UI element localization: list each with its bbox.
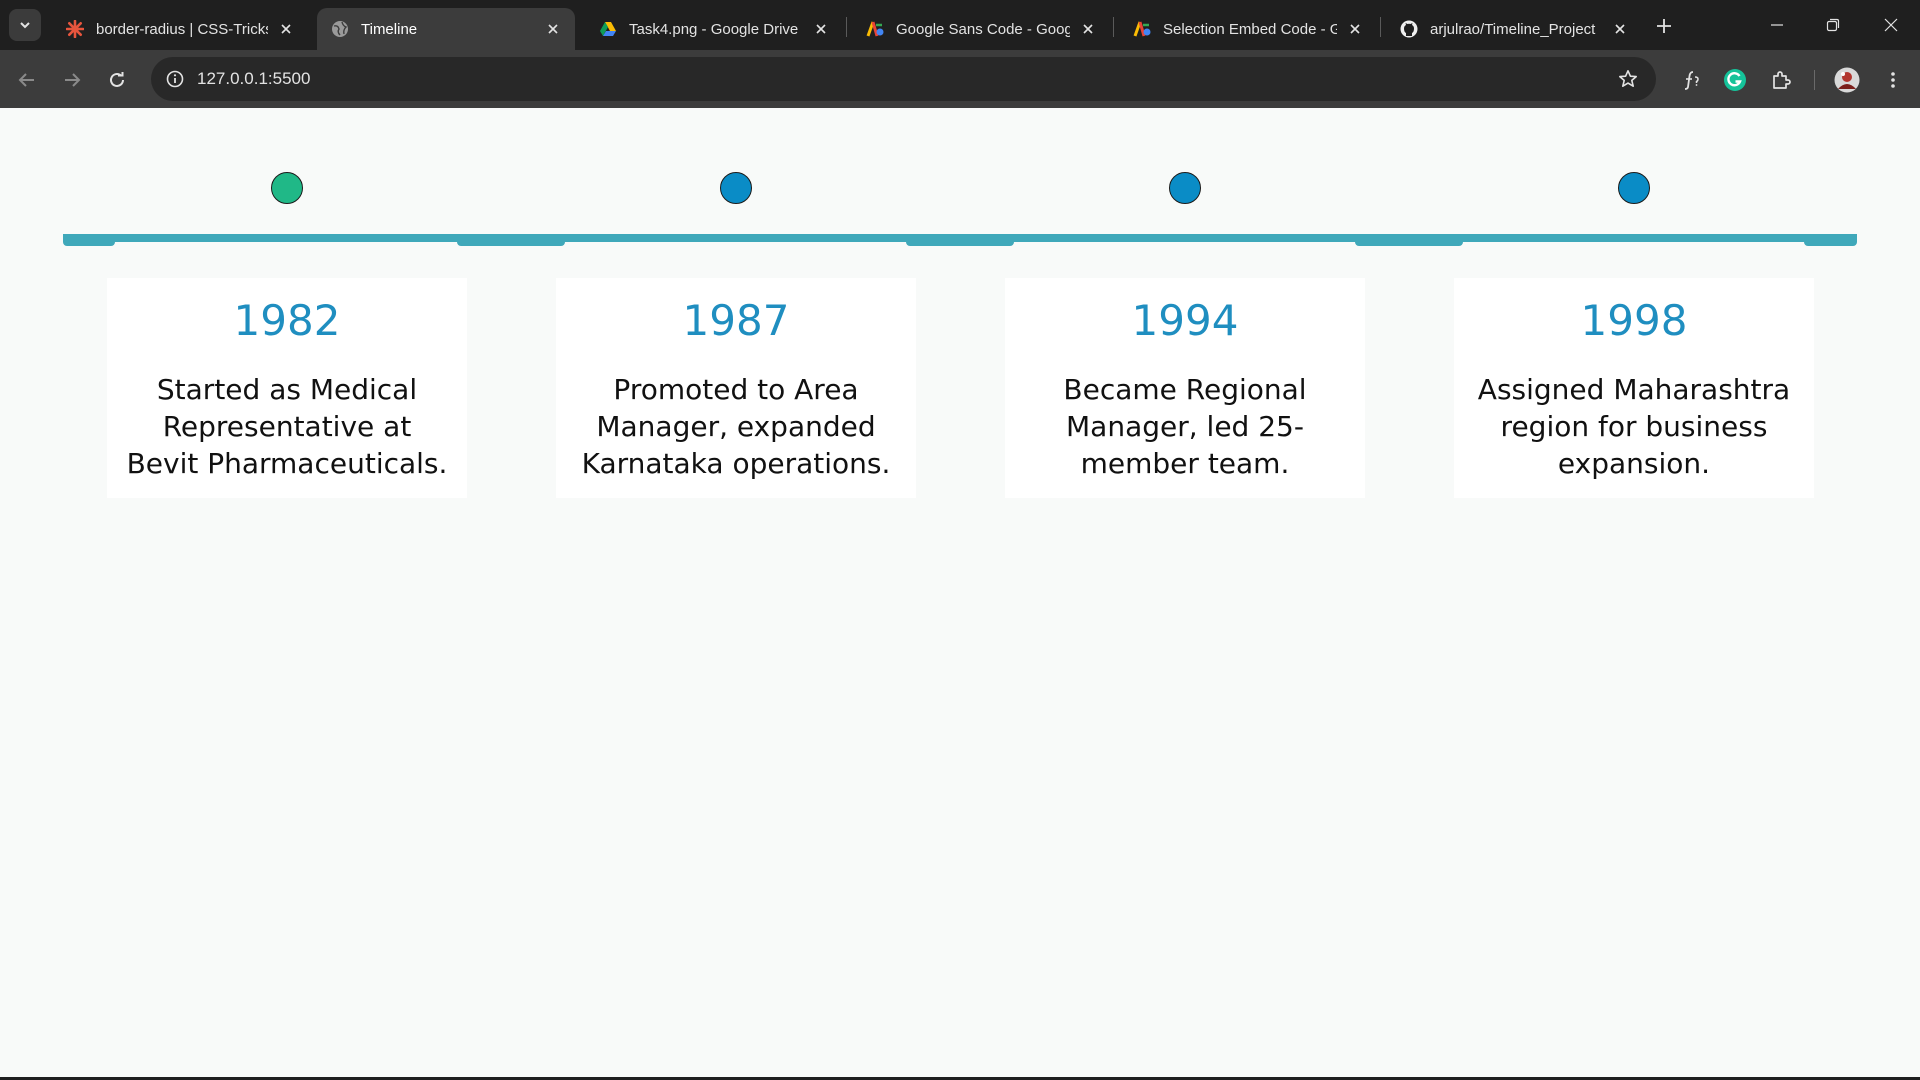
tab-title: Timeline [361, 20, 418, 38]
tab-divider [1113, 17, 1114, 37]
url-text[interactable]: 127.0.0.1:5500 [197, 69, 310, 89]
event-description: Assigned Maharashtra region for business… [1477, 373, 1791, 480]
restore-icon [1826, 18, 1840, 32]
timeline-tick [906, 234, 1014, 246]
event-year: 1998 [1580, 296, 1688, 345]
tab-title: arjulrao/Timeline_Project [1430, 20, 1596, 38]
timeline-dot [271, 172, 303, 204]
forward-button[interactable] [56, 64, 88, 96]
extensions-puzzle-icon[interactable] [1765, 64, 1797, 96]
event-description: Started as Medical Representative at Bev… [126, 373, 448, 480]
google-fonts-icon [1133, 20, 1151, 38]
tab-title: Selection Embed Code - Go [1163, 20, 1337, 38]
tab-timeline[interactable]: Timeline [317, 8, 575, 50]
tab-search-button[interactable] [9, 9, 41, 41]
event-year: 1994 [1131, 296, 1239, 345]
browser-toolbar: 127.0.0.1:5500 [0, 50, 1920, 108]
tab-title: Google Sans Code - Googl [896, 20, 1070, 38]
css-tricks-icon [66, 20, 84, 38]
tab-google-sans-code[interactable]: Google Sans Code - Googl [852, 8, 1110, 50]
event-description: Promoted to Area Manager, expanded Karna… [581, 373, 891, 480]
toolbar-divider [1814, 70, 1815, 90]
close-icon [1884, 18, 1898, 32]
bookmark-star-icon[interactable] [1616, 67, 1640, 91]
close-tab-icon[interactable] [1345, 19, 1365, 39]
address-bar[interactable]: 127.0.0.1:5500 [151, 57, 1656, 101]
tab-divider [846, 17, 847, 37]
tab-selection-embed-code[interactable]: Selection Embed Code - Go [1119, 8, 1377, 50]
minimize-icon [1771, 24, 1783, 26]
font-extension-icon[interactable] [1676, 64, 1708, 96]
google-drive-icon [599, 20, 617, 38]
timeline-dot [1618, 172, 1650, 204]
timeline-card: 1982 Started as Medical Representative a… [107, 278, 467, 498]
close-tab-icon[interactable] [276, 19, 296, 39]
timeline-tick [1355, 234, 1463, 246]
close-tab-icon[interactable] [543, 19, 563, 39]
tab-bar: border-radius | CSS-Tricks Timeline Task… [0, 0, 1920, 50]
timeline-tick [63, 234, 115, 246]
site-info-icon[interactable] [163, 67, 187, 91]
globe-icon [331, 20, 349, 38]
timeline-card: 1998 Assigned Maharashtra region for bus… [1454, 278, 1814, 498]
chrome-menu-icon[interactable] [1877, 64, 1909, 96]
timeline-card: 1994 Became Regional Manager, led 25-mem… [1005, 278, 1365, 498]
tab-google-drive[interactable]: Task4.png - Google Drive [585, 8, 843, 50]
timeline-tick [457, 234, 565, 246]
event-year: 1987 [682, 296, 790, 345]
tab-css-tricks[interactable]: border-radius | CSS-Tricks [52, 8, 308, 50]
chevron-down-icon [20, 22, 30, 29]
close-tab-icon[interactable] [811, 19, 831, 39]
reload-button[interactable] [101, 64, 133, 96]
avatar[interactable] [1831, 64, 1863, 96]
minimize-button[interactable] [1757, 8, 1797, 42]
back-button[interactable] [11, 64, 43, 96]
tab-title: border-radius | CSS-Tricks [96, 20, 268, 38]
new-tab-button[interactable] [1650, 12, 1678, 40]
timeline-card: 1987 Promoted to Area Manager, expanded … [556, 278, 916, 498]
reload-icon [110, 72, 124, 87]
close-tab-icon[interactable] [1610, 19, 1630, 39]
timeline-page: 1982 Started as Medical Representative a… [0, 108, 1920, 1077]
tab-divider [1380, 17, 1381, 37]
arrow-right-icon [65, 73, 81, 87]
close-tab-icon[interactable] [1078, 19, 1098, 39]
close-window-button[interactable] [1871, 8, 1911, 42]
timeline-dot [720, 172, 752, 204]
grammarly-icon[interactable] [1719, 64, 1751, 96]
tab-github-timeline-project[interactable]: arjulrao/Timeline_Project [1386, 8, 1642, 50]
tab-title: Task4.png - Google Drive [629, 20, 799, 38]
timeline-dot [1169, 172, 1201, 204]
github-icon [1400, 20, 1418, 38]
arrow-left-icon [18, 73, 34, 87]
timeline-tick [1804, 234, 1857, 246]
google-fonts-icon [866, 20, 884, 38]
event-description: Became Regional Manager, led 25-member t… [1063, 373, 1307, 480]
restore-button[interactable] [1813, 8, 1853, 42]
event-year: 1982 [233, 296, 341, 345]
plus-icon [1657, 19, 1671, 33]
